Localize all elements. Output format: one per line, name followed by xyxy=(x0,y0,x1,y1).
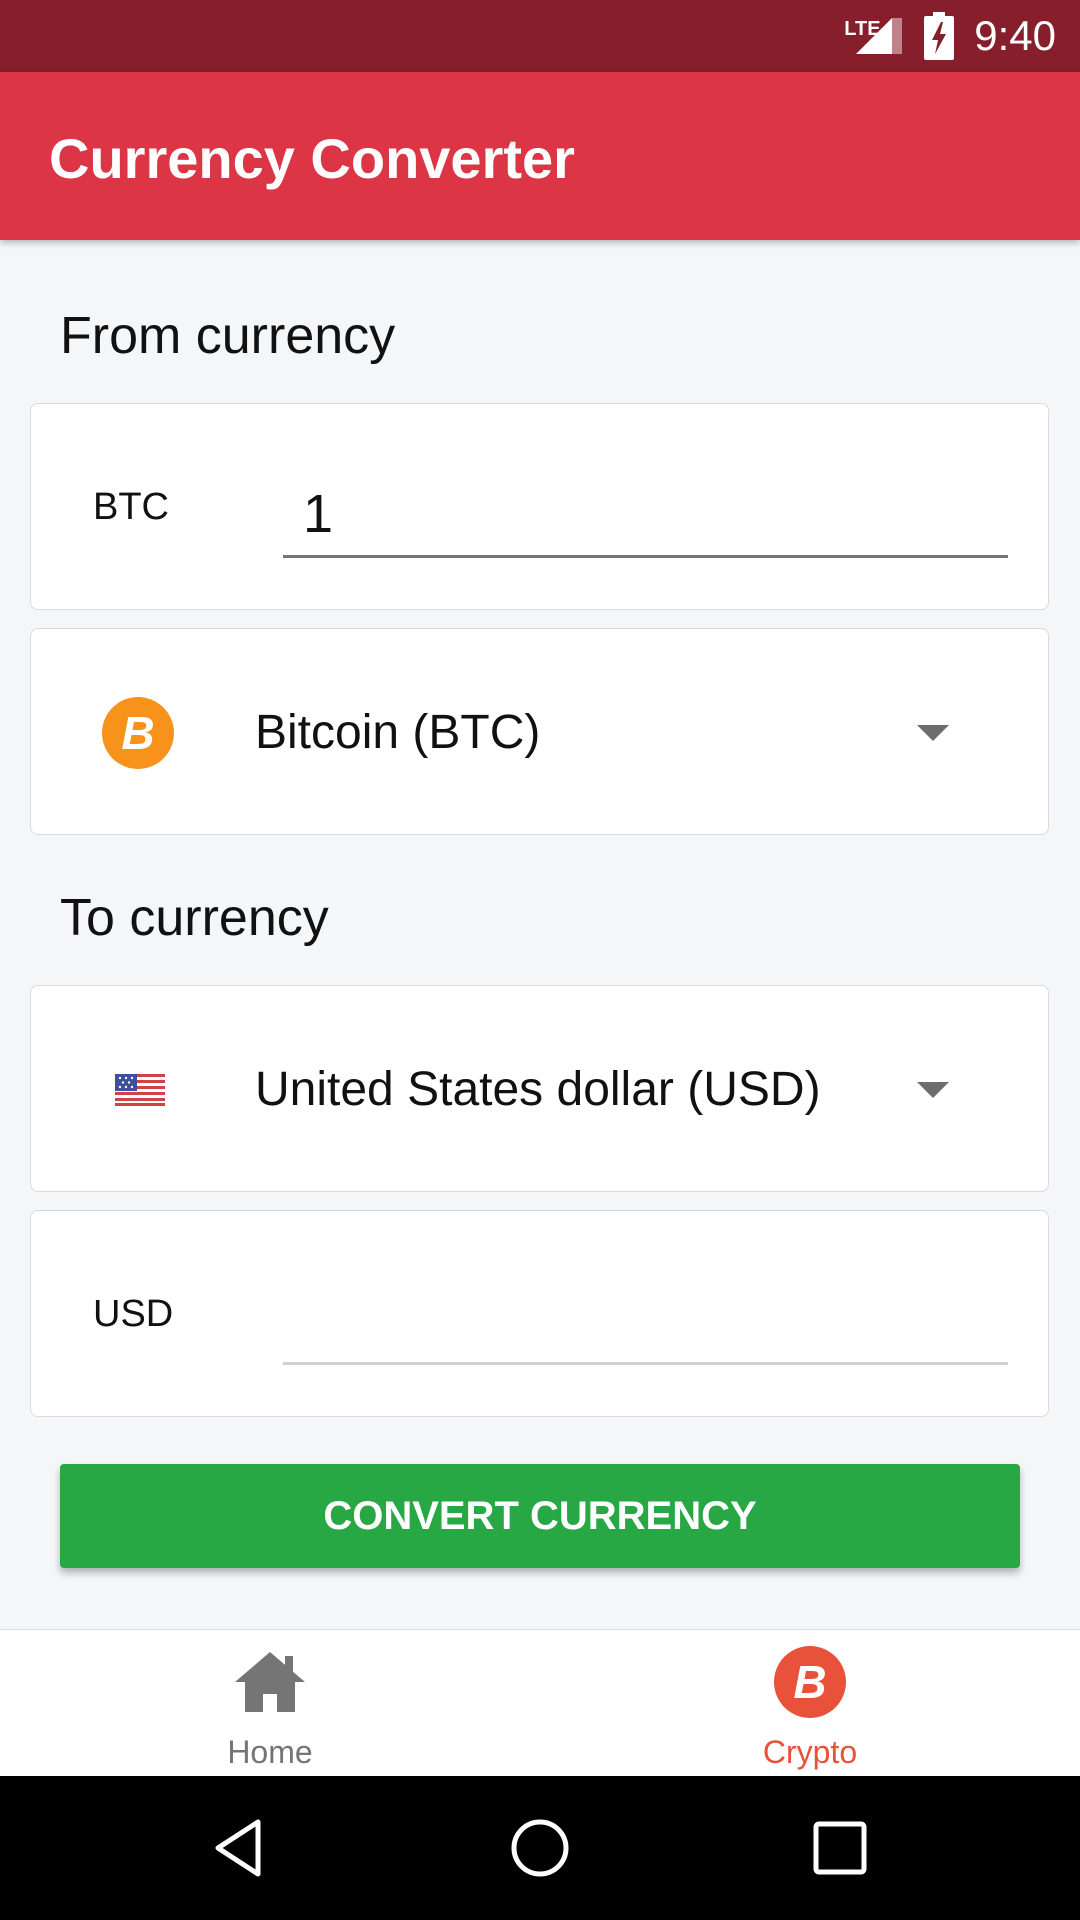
to-amount-card: USD xyxy=(30,1210,1049,1417)
app-bar: Currency Converter xyxy=(0,72,1080,240)
to-currency-label: To currency xyxy=(60,889,329,947)
from-amount-input[interactable] xyxy=(283,472,1008,558)
nav-item-home[interactable]: Home xyxy=(170,1630,370,1777)
to-currency-name: United States dollar (USD) xyxy=(255,1063,821,1116)
from-currency-name: Bitcoin (BTC) xyxy=(255,706,541,759)
recents-icon[interactable] xyxy=(808,1816,872,1880)
app-title: Currency Converter xyxy=(49,127,575,190)
back-icon[interactable] xyxy=(208,1816,272,1880)
from-currency-select[interactable]: B Bitcoin (BTC) xyxy=(30,628,1049,835)
chevron-down-icon xyxy=(917,1082,949,1098)
from-currency-code: BTC xyxy=(93,486,169,528)
status-icons: LTE 9:40 xyxy=(844,0,1056,72)
nav-label-crypto: Crypto xyxy=(762,1734,858,1770)
nav-label-home: Home xyxy=(227,1734,313,1770)
to-currency-code: USD xyxy=(93,1293,174,1335)
to-currency-select[interactable]: United States dollar (USD) xyxy=(30,985,1049,1192)
system-navigation-bar xyxy=(0,1776,1080,1920)
status-time: 9:40 xyxy=(974,12,1056,59)
network-type-label: LTE xyxy=(844,18,881,40)
chevron-down-icon xyxy=(917,725,949,741)
us-flag-icon xyxy=(115,1074,165,1106)
battery-charging-icon xyxy=(924,12,955,60)
lte-signal-icon: LTE xyxy=(844,14,904,58)
home-circle-icon[interactable] xyxy=(508,1816,572,1880)
home-icon xyxy=(235,1652,305,1712)
bitcoin-icon: B xyxy=(774,1646,846,1718)
status-bar: LTE 9:40 xyxy=(0,0,1080,72)
from-currency-label: From currency xyxy=(60,307,396,365)
bottom-navigation: Home B Crypto xyxy=(0,1629,1080,1777)
nav-item-crypto[interactable]: B Crypto xyxy=(710,1630,910,1777)
from-amount-card: BTC xyxy=(30,403,1049,610)
convert-currency-button[interactable]: CONVERT CURRENCY xyxy=(60,1464,1020,1568)
bitcoin-icon: B xyxy=(102,697,174,769)
to-amount-output[interactable] xyxy=(283,1279,1008,1365)
